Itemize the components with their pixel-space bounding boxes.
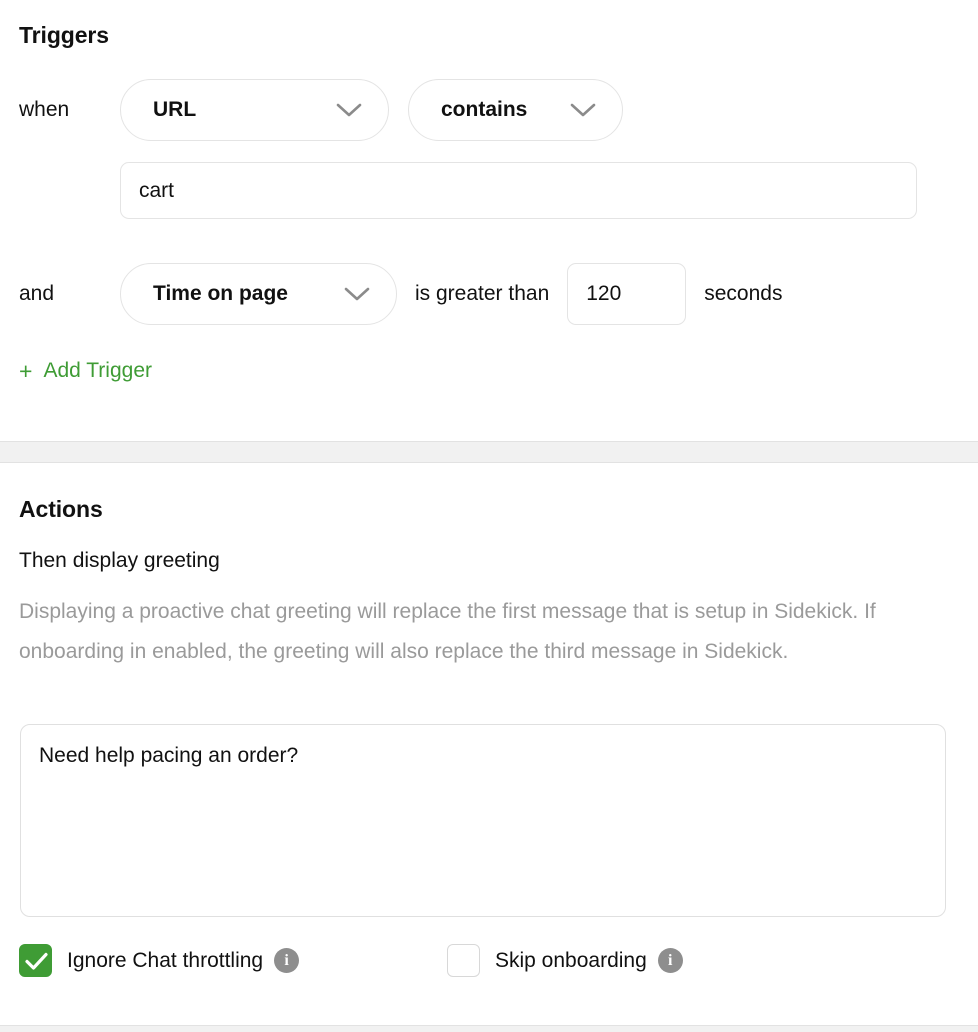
trigger-value-input-seconds[interactable]: [567, 263, 687, 325]
option-label-skip-onboarding: Skip onboarding: [495, 948, 647, 972]
info-icon[interactable]: i: [657, 948, 683, 973]
trigger-field-dropdown-url-label: URL: [153, 98, 197, 121]
actions-description: Displaying a proactive chat greeting wil…: [19, 600, 876, 663]
trigger-value-input-url[interactable]: [120, 162, 917, 219]
trigger-conjunction-when: when: [19, 98, 70, 121]
actions-section-title: Actions: [19, 496, 103, 522]
trigger-row-2: and Time on page is greater than seconds: [19, 263, 782, 325]
option-ignore-chat-throttling[interactable]: Ignore Chat throttling i: [19, 944, 300, 977]
plus-icon: +: [19, 357, 33, 384]
add-trigger-label: Add Trigger: [43, 359, 152, 382]
trigger-unit-label: seconds: [704, 282, 783, 305]
chevron-down-icon: [570, 103, 596, 118]
trigger-comparator-label: is greater than: [415, 282, 550, 305]
checkbox-skip-onboarding[interactable]: [447, 944, 480, 977]
add-trigger-button[interactable]: + Add Trigger: [19, 359, 152, 383]
trigger-field-dropdown-time-on-page[interactable]: Time on page: [120, 263, 397, 325]
trigger-row-1: when URL contains: [19, 79, 623, 141]
triggers-section-title: Triggers: [19, 22, 109, 48]
trigger-conjunction-and: and: [19, 282, 55, 305]
trigger-operator-dropdown-contains-label: contains: [441, 98, 528, 121]
greeting-textarea[interactable]: [20, 724, 946, 917]
chevron-down-icon: [336, 103, 362, 118]
chevron-down-icon: [344, 287, 370, 302]
trigger-operator-dropdown-contains[interactable]: contains: [408, 79, 623, 141]
option-skip-onboarding[interactable]: Skip onboarding i: [447, 944, 683, 977]
checkbox-ignore-chat-throttling[interactable]: [19, 944, 52, 977]
check-icon: [25, 952, 48, 970]
trigger-field-dropdown-url[interactable]: URL: [120, 79, 389, 141]
trigger-field-dropdown-time-on-page-label: Time on page: [153, 282, 288, 305]
option-label-ignore-chat-throttling: Ignore Chat throttling: [67, 948, 264, 972]
actions-subtitle: Then display greeting: [19, 549, 220, 572]
info-icon[interactable]: i: [274, 948, 300, 973]
